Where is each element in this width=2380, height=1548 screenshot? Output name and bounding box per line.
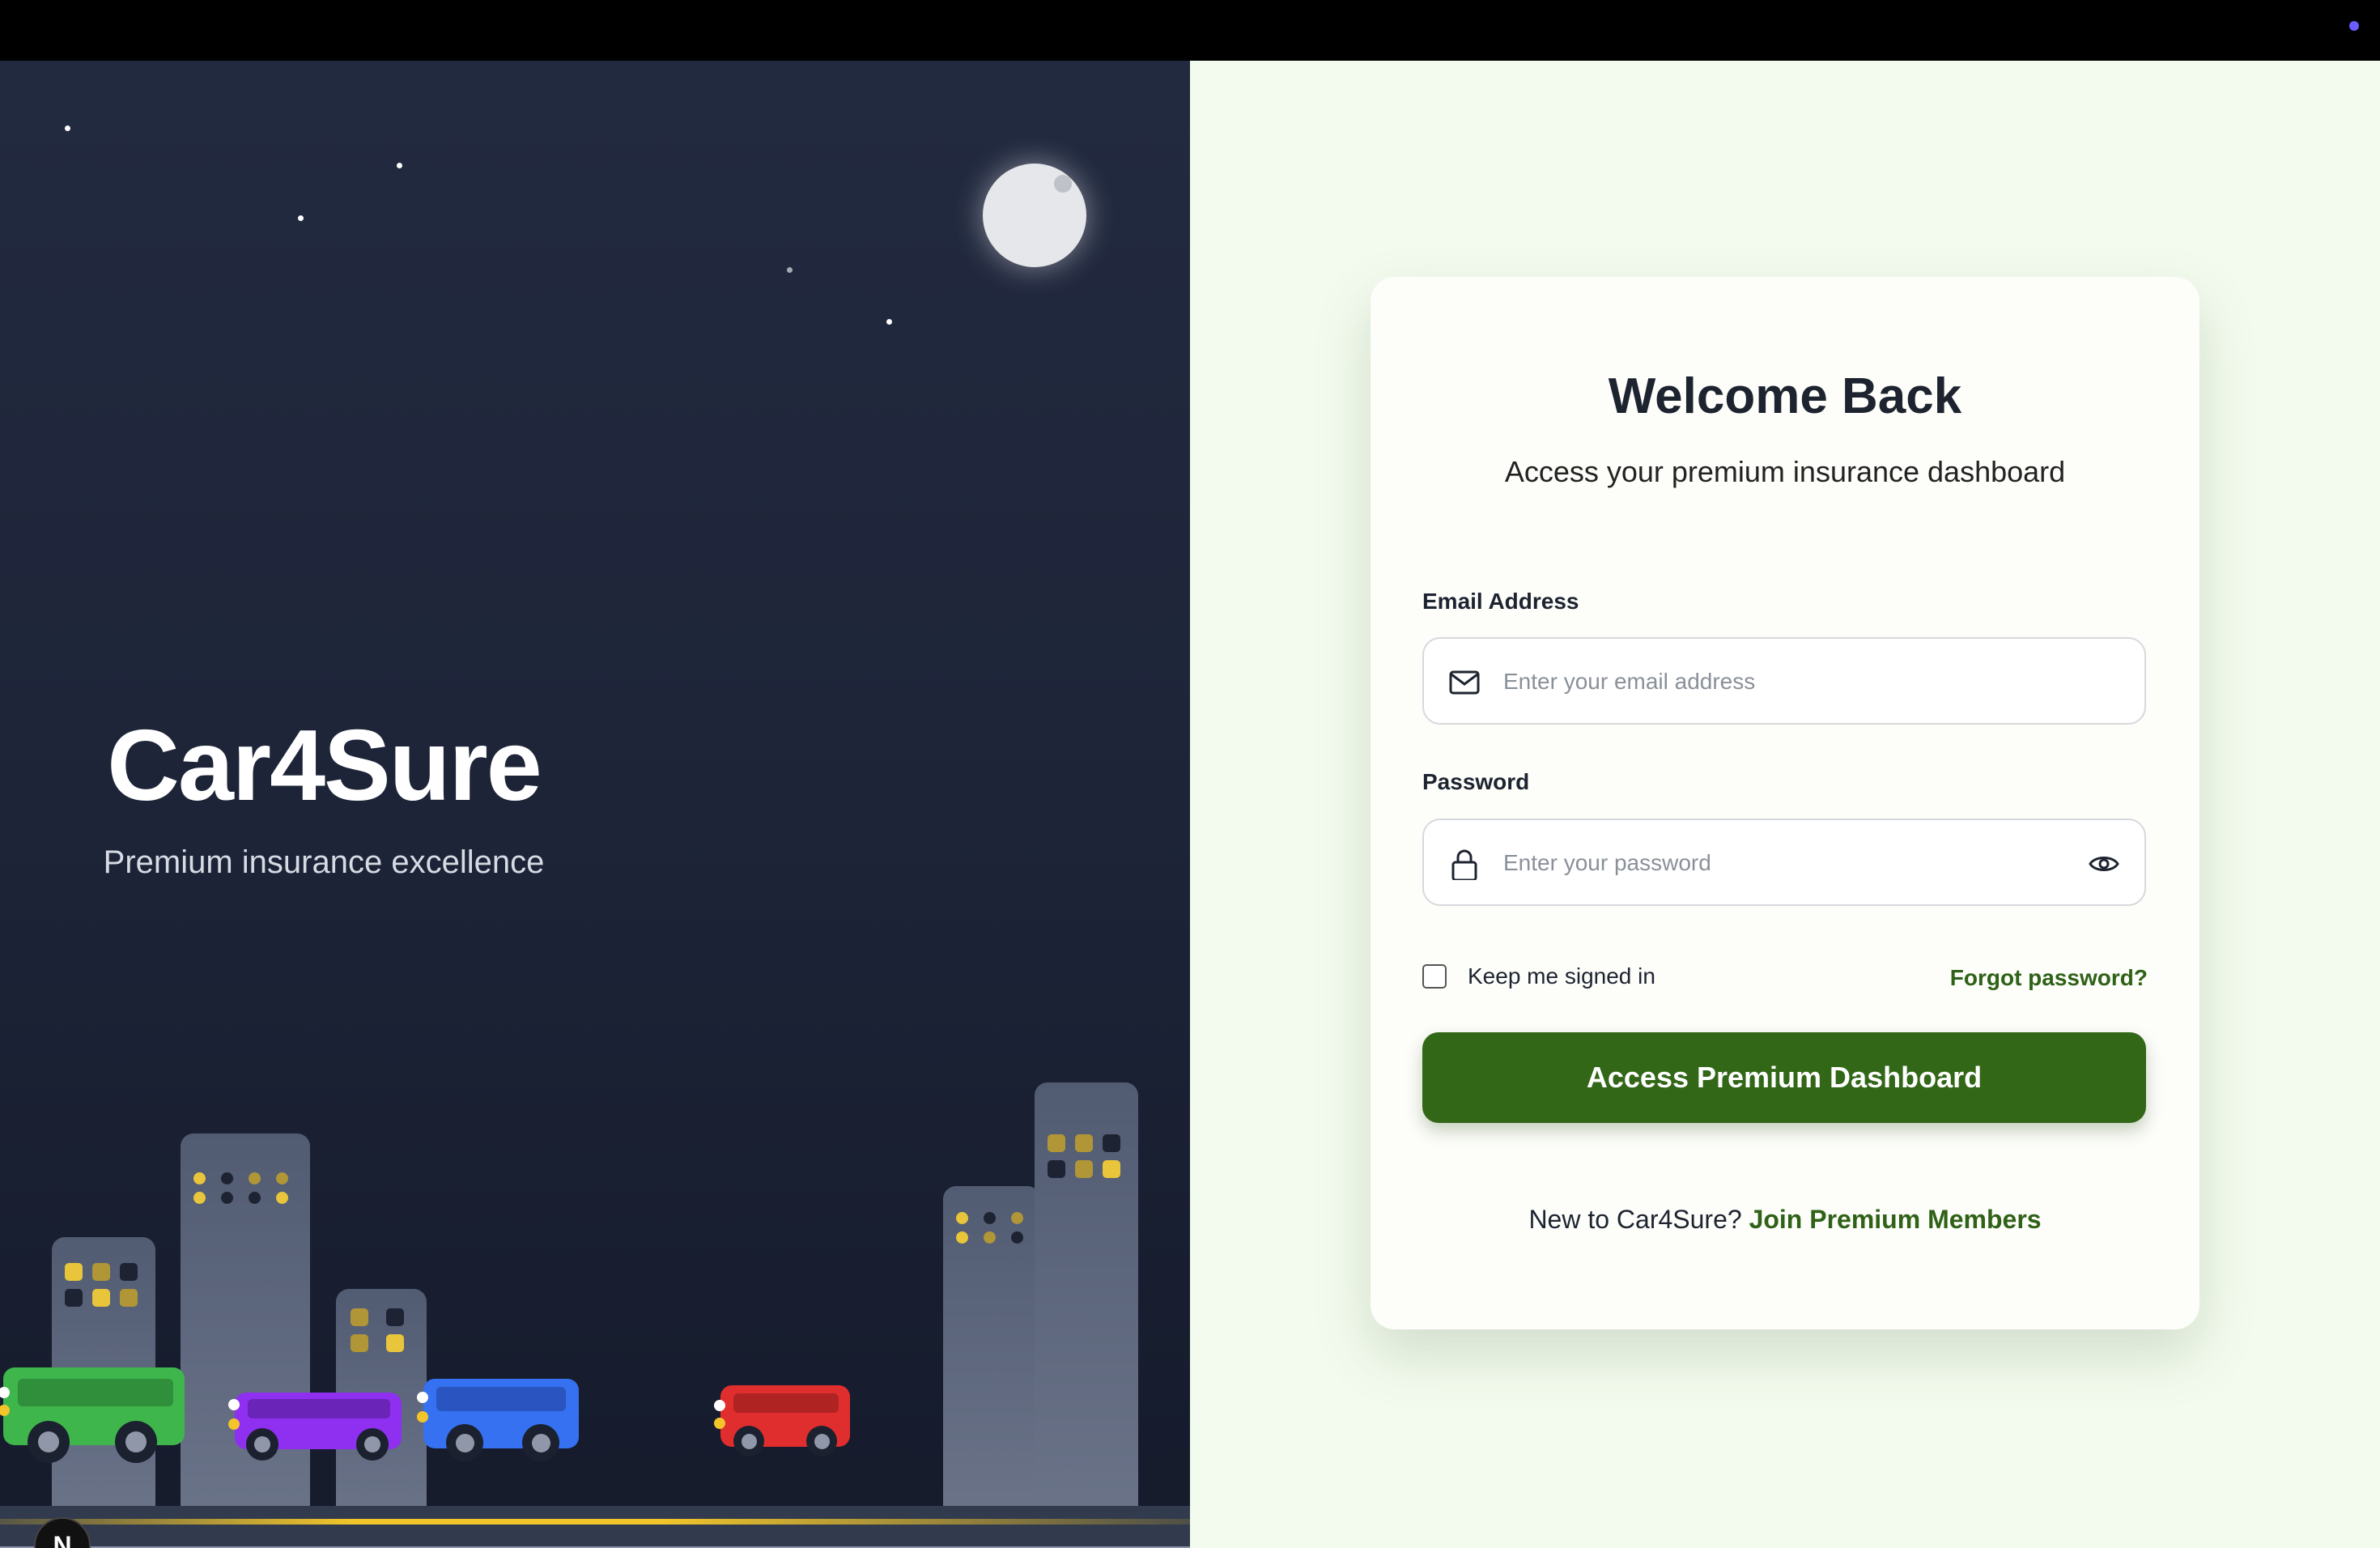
access-dashboard-button[interactable]: Access Premium Dashboard bbox=[1422, 1032, 2146, 1123]
browser-top-bar bbox=[0, 0, 2380, 61]
email-label: Email Address bbox=[1422, 589, 1579, 614]
hero-panel: Car4Sure Premium insurance excellence N bbox=[0, 61, 1190, 1548]
join-premium-link[interactable]: Join Premium Members bbox=[1749, 1205, 2042, 1234]
email-field bbox=[1422, 637, 2146, 725]
remember-checkbox[interactable] bbox=[1422, 964, 1447, 989]
car-red bbox=[714, 1385, 850, 1457]
brand-title: Car4Sure bbox=[107, 710, 542, 822]
car-blue bbox=[417, 1379, 579, 1461]
building bbox=[1035, 1082, 1138, 1512]
star bbox=[886, 319, 892, 325]
login-title: Welcome Back bbox=[1608, 368, 1962, 424]
star bbox=[298, 215, 304, 221]
road bbox=[0, 1506, 1190, 1548]
remember-label: Keep me signed in bbox=[1468, 963, 1655, 989]
star bbox=[65, 125, 70, 131]
signup-prompt: New to Car4Sure? bbox=[1528, 1205, 1749, 1234]
brand-block: Car4Sure Premium insurance excellence bbox=[89, 708, 559, 881]
building bbox=[181, 1133, 310, 1514]
login-subtitle: Access your premium insurance dashboard bbox=[1504, 455, 2066, 488]
building bbox=[943, 1186, 1040, 1510]
remember-me[interactable]: Keep me signed in bbox=[1422, 963, 1655, 989]
moon-icon bbox=[983, 164, 1086, 267]
brand-tagline: Premium insurance excellence bbox=[103, 844, 545, 880]
signup-row: New to Car4Sure? Join Premium Members bbox=[1371, 1205, 2199, 1235]
star bbox=[787, 267, 793, 273]
login-card: Welcome Back Access your premium insuran… bbox=[1371, 277, 2199, 1329]
password-label: Password bbox=[1422, 769, 1530, 794]
password-field bbox=[1422, 819, 2146, 906]
password-input[interactable] bbox=[1502, 820, 2072, 906]
eye-icon[interactable] bbox=[2088, 849, 2120, 878]
mail-icon bbox=[1449, 670, 1480, 695]
forgot-password-link[interactable]: Forgot password? bbox=[1950, 965, 2148, 991]
star bbox=[397, 163, 402, 168]
status-dot bbox=[2349, 21, 2359, 31]
car-purple bbox=[228, 1393, 402, 1461]
login-panel: Welcome Back Access your premium insuran… bbox=[1190, 61, 2380, 1548]
email-input[interactable] bbox=[1502, 639, 2072, 725]
lock-icon bbox=[1451, 849, 1477, 880]
car-green bbox=[0, 1367, 185, 1463]
